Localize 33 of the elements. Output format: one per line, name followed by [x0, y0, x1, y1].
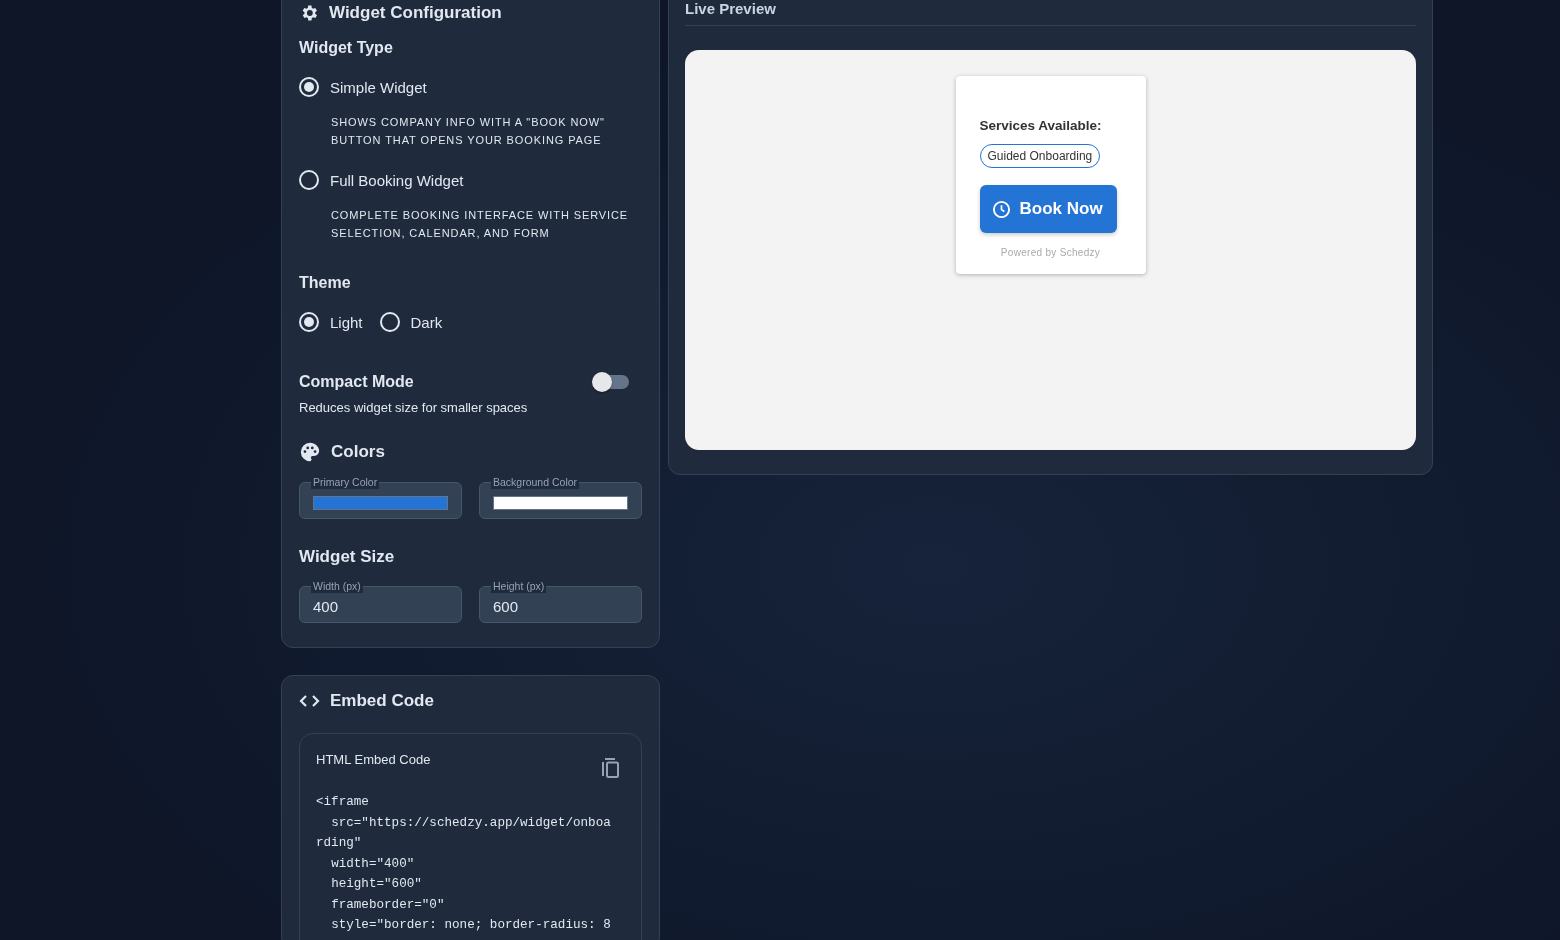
radio-button[interactable] — [299, 77, 319, 97]
book-now-button[interactable]: Book Now — [979, 185, 1117, 233]
embed-code: <iframe src="https://schedzy.app/widget/onboarding" width="400" height="600" frameborder="0" style="border: none; border-radius: 8 — [316, 794, 612, 934]
color-field[interactable]: Primary Color — [299, 475, 462, 519]
option-label: Light — [330, 313, 363, 331]
radio-button[interactable] — [379, 312, 400, 332]
clock-icon — [991, 199, 1011, 219]
palette-icon — [299, 441, 321, 463]
powered-by-text: Powered by Schedzy — [999, 247, 1102, 258]
services-label: Services Available: — [979, 118, 1103, 133]
toggle-switch[interactable] — [592, 372, 630, 392]
option-label: Simple Widget — [330, 78, 427, 96]
option-label: Full Booking Widget — [330, 171, 464, 189]
code-icon — [299, 694, 320, 708]
color-field[interactable]: Background Color — [479, 475, 642, 519]
option-label: Dark — [410, 313, 443, 331]
option-description: SHOWS COMPANY INFO WITH A "BOOK NOW" BUTTON THAT OPENS YOUR BOOKING PAGE — [331, 115, 606, 148]
setting-label: Compact Mode — [299, 373, 414, 391]
option-description: COMPLETE BOOKING INTERFACE WITH SERVICE SELECTION, CALENDAR, AND FORM — [331, 208, 630, 241]
section-heading: Colors — [331, 442, 385, 462]
radio-button[interactable] — [299, 170, 319, 190]
section-heading: Embed Code — [330, 691, 434, 711]
setting-description: Reduces widget size for smaller spaces — [299, 400, 529, 415]
number-field[interactable]: Height (px) 600 — [479, 579, 642, 623]
number-field[interactable]: Width (px) 400 — [299, 579, 462, 623]
copy-icon[interactable] — [602, 758, 620, 778]
panel-title: Live Preview — [685, 0, 1416, 26]
panel-title: Widget Configuration — [329, 3, 502, 23]
radio-button[interactable] — [299, 312, 319, 332]
section-heading: Theme — [299, 274, 352, 292]
code-block-title: HTML Embed Code — [316, 752, 431, 767]
section-heading: Widget Type — [299, 39, 394, 57]
section-heading: Widget Size — [299, 547, 395, 567]
